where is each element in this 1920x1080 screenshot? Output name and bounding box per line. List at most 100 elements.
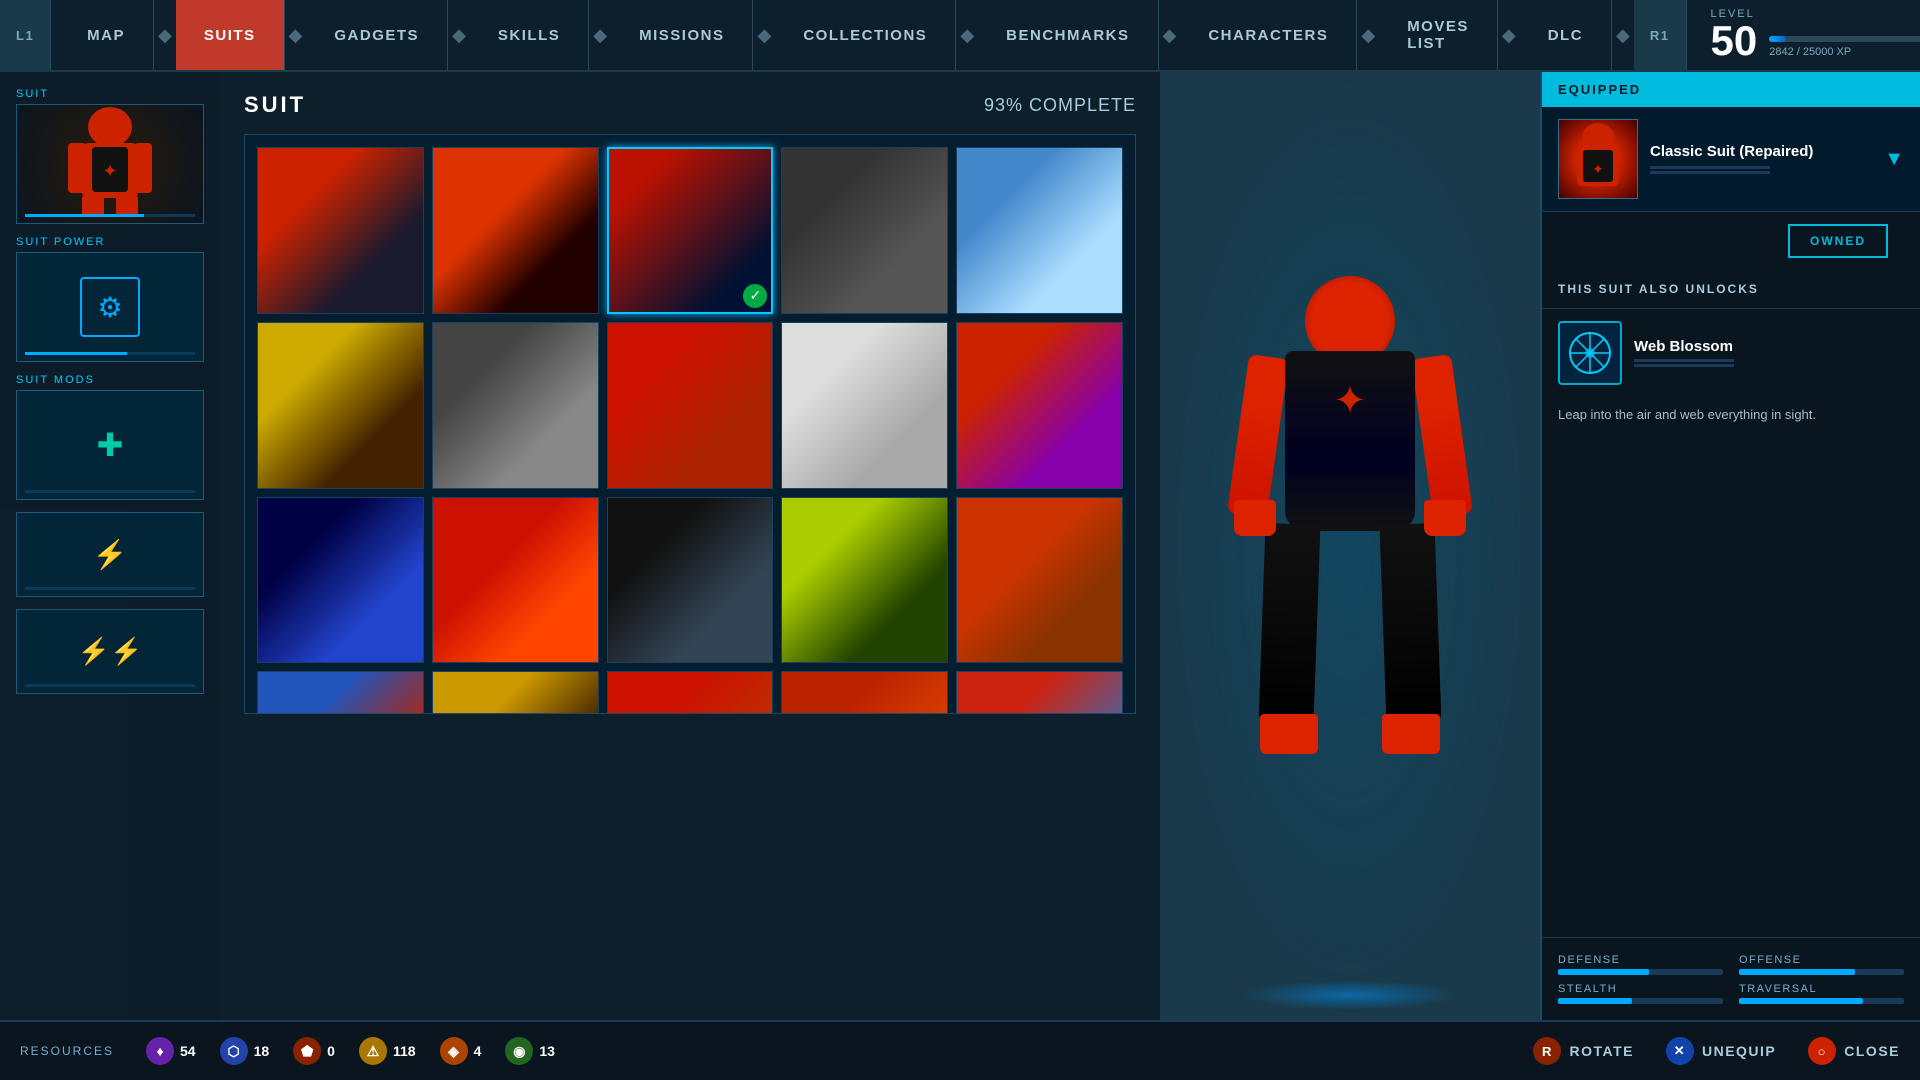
nav-sep-6: ◆ [956,0,978,70]
suit-pattern-6 [258,323,423,488]
suit-cell-3[interactable]: ✓ [607,147,774,314]
nav-skills-label: SKILLS [498,27,560,44]
nav-item-suits[interactable]: SUITS [176,0,285,70]
r-button-icon: R [1533,1037,1561,1065]
nav-item-dlc[interactable]: DLC [1520,0,1612,70]
traversal-bar-fill [1739,998,1863,1004]
suit-cell-15[interactable] [956,497,1123,664]
stats-grid: DEFENSE OFFENSE STEALTH [1558,954,1904,1004]
suit-pattern-10 [957,323,1122,488]
nav-moves-label: MOVES LIST [1407,18,1469,52]
stealth-stat: STEALTH [1558,983,1723,1004]
nav-item-characters[interactable]: CHARACTERS [1180,0,1357,70]
mod-slot-2[interactable]: ⚡⚡ [16,609,204,694]
nav-suits-label: SUITS [204,27,256,44]
suit-section-label: SUIT [16,88,204,100]
suit-cell-18[interactable] [607,671,774,714]
suit-cell-2[interactable] [432,147,599,314]
ground-glow [1240,980,1460,1010]
o-button-icon: ○ [1808,1037,1836,1065]
defense-label: DEFENSE [1558,954,1723,966]
resource-red-value: 0 [327,1043,335,1059]
nav-item-moves[interactable]: MOVES LIST [1379,0,1498,70]
suit-mods-card[interactable]: ✚ [16,390,204,500]
unequip-button[interactable]: ✕ UNEQUIP [1666,1037,1776,1065]
suit-progress-bar [25,212,195,219]
suit-cell-4[interactable] [781,147,948,314]
spidey-torso: ✦ [1285,351,1415,531]
suit-header: SUIT 93% COMPLETE [244,92,1136,118]
suit-pattern-20 [957,672,1122,714]
owned-button[interactable]: OWNED [1788,224,1888,258]
suit-cell-19[interactable] [781,671,948,714]
spidey-leg-left [1259,523,1321,725]
mod1-progress-bar [25,585,195,592]
nav-l1[interactable]: L1 [0,0,51,70]
suit-grid-container[interactable]: ✓ [244,134,1136,714]
suit-power-card[interactable]: ⚙ [16,252,204,362]
right-panel: EQUIPPED ✦ Classic Suit (Repaired) ▼ [1540,72,1920,1020]
nav-sep-3: ◆ [448,0,470,70]
unlocks-header-label: THIS SUIT ALSO UNLOCKS [1558,282,1759,296]
xp-bar [1769,36,1920,42]
spidey-boot-left [1260,714,1318,754]
nav-item-missions[interactable]: MISSIONS [611,0,753,70]
suit-mods-section: SUIT MODS ✚ [16,374,204,500]
eq-bar-1 [1650,166,1770,169]
suit-pattern-16 [258,672,423,714]
resource-1: ♦ 54 [146,1037,196,1065]
rotate-button[interactable]: R ROTATE [1533,1037,1633,1065]
nav-item-gadgets[interactable]: GADGETS [306,0,448,70]
nav-gadgets-label: GADGETS [334,27,419,44]
resource-5: ◈ 4 [440,1037,482,1065]
resource-yellow-icon: ⚠ [359,1037,387,1065]
suit-preview-card[interactable]: ✦ [16,104,204,224]
nav-item-map[interactable]: MAP [59,0,154,70]
unlock-icon [1558,321,1622,385]
suit-cell-14[interactable] [781,497,948,664]
nav-item-skills[interactable]: SKILLS [470,0,589,70]
suit-cell-20[interactable] [956,671,1123,714]
nav-sep-5: ◆ [753,0,775,70]
suit-cell-7[interactable] [432,322,599,489]
suit-cell-8[interactable] [607,322,774,489]
stealth-bar-bg [1558,998,1723,1004]
suit-cell-5[interactable] [956,147,1123,314]
top-navigation: L1 MAP ◆ SUITS ◆ GADGETS ◆ SKILLS ◆ MISS… [0,0,1920,72]
suit-preview-image: ✦ [17,105,203,223]
suit-pattern-14 [782,498,947,663]
suit-cell-16[interactable] [257,671,424,714]
suit-pattern-13 [608,498,773,663]
mods-icon: ✚ [80,415,140,475]
nav-benchmarks-label: BENCHMARKS [1006,27,1129,44]
nav-characters-label: CHARACTERS [1208,27,1328,44]
suit-complete-pct: 93% COMPLETE [984,95,1136,116]
nav-sep-1: ◆ [154,0,176,70]
character-display: ✦ [1160,72,1540,1020]
stealth-label: STEALTH [1558,983,1723,995]
rotate-label: ROTATE [1569,1043,1633,1059]
suit-cell-11[interactable] [257,497,424,664]
xp-bar-fill [1769,36,1786,42]
mod-slot-1[interactable]: ⚡ [16,512,204,597]
suit-cell-10[interactable] [956,322,1123,489]
suit-cell-6[interactable] [257,322,424,489]
suit-cell-17[interactable] [432,671,599,714]
nav-item-benchmarks[interactable]: BENCHMARKS [978,0,1158,70]
spidey-leg-right [1380,523,1442,725]
suit-cell-13[interactable] [607,497,774,664]
offense-stat: OFFENSE [1739,954,1904,975]
defense-bar-fill [1558,969,1649,975]
suit-cell-12[interactable] [432,497,599,664]
unlock-bars [1634,359,1734,367]
nav-sep-7: ◆ [1159,0,1181,70]
nav-sep-2: ◆ [285,0,307,70]
chevron-down-icon[interactable]: ▼ [1884,148,1904,171]
offense-label: OFFENSE [1739,954,1904,966]
suit-cell-9[interactable] [781,322,948,489]
nav-map-label: MAP [87,27,125,44]
nav-item-collections[interactable]: COLLECTIONS [775,0,956,70]
suit-cell-1[interactable] [257,147,424,314]
close-button[interactable]: ○ CLOSE [1808,1037,1900,1065]
nav-r1[interactable]: R1 [1634,0,1687,70]
